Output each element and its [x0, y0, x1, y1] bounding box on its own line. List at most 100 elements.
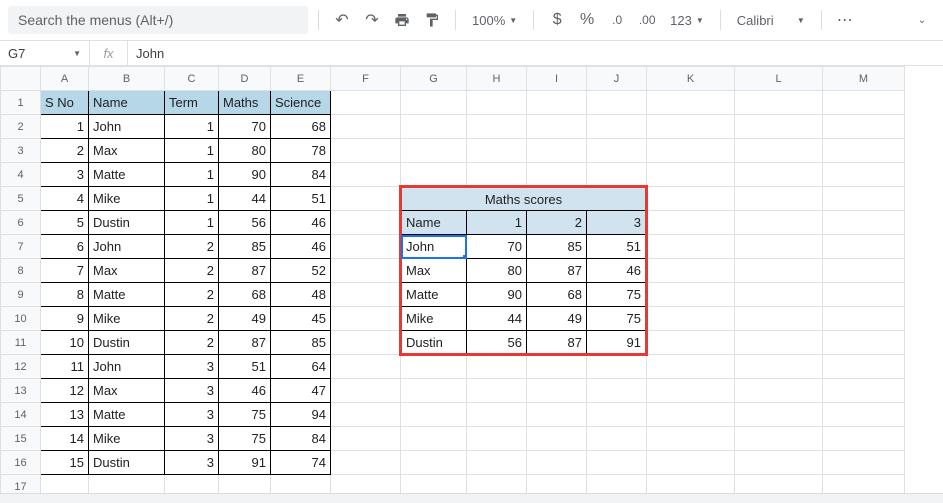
cell[interactable]	[647, 91, 735, 115]
cell[interactable]	[823, 379, 905, 403]
cell[interactable]	[467, 355, 527, 379]
cell[interactable]: 91	[219, 451, 271, 475]
cell[interactable]: 90	[467, 283, 527, 307]
cell[interactable]: 51	[219, 355, 271, 379]
cell[interactable]	[401, 427, 467, 451]
cell[interactable]	[527, 403, 587, 427]
cell[interactable]: 3	[165, 379, 219, 403]
cell[interactable]	[331, 259, 401, 283]
cell[interactable]: 3	[165, 403, 219, 427]
cell[interactable]	[735, 427, 823, 451]
cell[interactable]	[331, 307, 401, 331]
cell[interactable]	[735, 259, 823, 283]
cell[interactable]: Mike	[89, 187, 165, 211]
collapse-icon[interactable]: ⌄	[909, 7, 935, 33]
cell[interactable]	[401, 139, 467, 163]
undo-icon[interactable]: ↶	[329, 7, 355, 33]
cell[interactable]	[587, 475, 647, 494]
cell[interactable]	[647, 283, 735, 307]
cell[interactable]: 1	[165, 187, 219, 211]
cell[interactable]	[647, 475, 735, 494]
cell[interactable]: Max	[89, 139, 165, 163]
cell[interactable]: 46	[271, 211, 331, 235]
row-header[interactable]: 13	[1, 379, 41, 403]
cell[interactable]: Matte	[89, 403, 165, 427]
cell[interactable]: 85	[271, 331, 331, 355]
cell[interactable]: Name	[401, 211, 467, 235]
cell[interactable]: 64	[271, 355, 331, 379]
cell[interactable]: Dustin	[89, 451, 165, 475]
row-header[interactable]: 4	[1, 163, 41, 187]
cell[interactable]	[823, 235, 905, 259]
cell[interactable]: 52	[271, 259, 331, 283]
cell[interactable]	[647, 163, 735, 187]
cell[interactable]	[331, 283, 401, 307]
cell[interactable]	[401, 163, 467, 187]
cell[interactable]: 68	[527, 283, 587, 307]
cell[interactable]	[735, 331, 823, 355]
cell[interactable]	[527, 379, 587, 403]
currency-icon[interactable]: $	[544, 7, 570, 33]
cell[interactable]: 90	[219, 163, 271, 187]
row-header[interactable]: 3	[1, 139, 41, 163]
cell[interactable]	[467, 163, 527, 187]
cell[interactable]	[735, 307, 823, 331]
cell[interactable]: 87	[219, 331, 271, 355]
redo-icon[interactable]: ↷	[359, 7, 385, 33]
cell[interactable]: John	[89, 115, 165, 139]
search-input[interactable]: Search the menus (Alt+/)	[8, 6, 308, 34]
cell[interactable]: Maths scores	[401, 187, 647, 211]
cell[interactable]	[331, 475, 401, 494]
col-header[interactable]: C	[165, 67, 219, 91]
cell[interactable]: Term	[165, 91, 219, 115]
cell[interactable]: 70	[219, 115, 271, 139]
cell[interactable]: 2	[165, 283, 219, 307]
cell[interactable]	[527, 163, 587, 187]
cell[interactable]	[331, 451, 401, 475]
cell[interactable]: 9	[41, 307, 89, 331]
cell[interactable]: 1	[165, 115, 219, 139]
cell[interactable]	[823, 427, 905, 451]
cell[interactable]	[527, 91, 587, 115]
cell[interactable]: 84	[271, 427, 331, 451]
cell[interactable]	[647, 331, 735, 355]
cell[interactable]: 13	[41, 403, 89, 427]
cell[interactable]: 84	[271, 163, 331, 187]
row-header[interactable]: 7	[1, 235, 41, 259]
cell[interactable]: Science	[271, 91, 331, 115]
spreadsheet-grid[interactable]: A B C D E F G H I J K L M 1S NoNameTermM…	[0, 66, 943, 493]
cell[interactable]: 8	[41, 283, 89, 307]
row-header[interactable]: 5	[1, 187, 41, 211]
cell[interactable]	[823, 307, 905, 331]
cell[interactable]	[647, 139, 735, 163]
cell[interactable]	[647, 235, 735, 259]
cell[interactable]: 2	[41, 139, 89, 163]
name-box[interactable]: G7▼	[0, 41, 90, 65]
col-header[interactable]: K	[647, 67, 735, 91]
cell[interactable]: 75	[587, 307, 647, 331]
cell[interactable]	[823, 163, 905, 187]
col-header[interactable]: A	[41, 67, 89, 91]
cell[interactable]	[401, 451, 467, 475]
cell[interactable]	[467, 115, 527, 139]
row-header[interactable]: 10	[1, 307, 41, 331]
cell[interactable]: 10	[41, 331, 89, 355]
cell[interactable]: 2	[527, 211, 587, 235]
cell[interactable]	[331, 331, 401, 355]
cell[interactable]	[467, 403, 527, 427]
cell[interactable]	[823, 115, 905, 139]
cell[interactable]	[467, 427, 527, 451]
cell[interactable]: 2	[165, 259, 219, 283]
cell[interactable]: 3	[165, 427, 219, 451]
cell[interactable]	[165, 475, 219, 494]
cell[interactable]	[331, 355, 401, 379]
cell[interactable]: 85	[219, 235, 271, 259]
cell[interactable]: 51	[271, 187, 331, 211]
cell[interactable]	[89, 475, 165, 494]
cell[interactable]	[527, 451, 587, 475]
cell[interactable]	[823, 211, 905, 235]
cell[interactable]	[331, 163, 401, 187]
cell[interactable]	[647, 379, 735, 403]
cell[interactable]	[401, 379, 467, 403]
row-header[interactable]: 6	[1, 211, 41, 235]
